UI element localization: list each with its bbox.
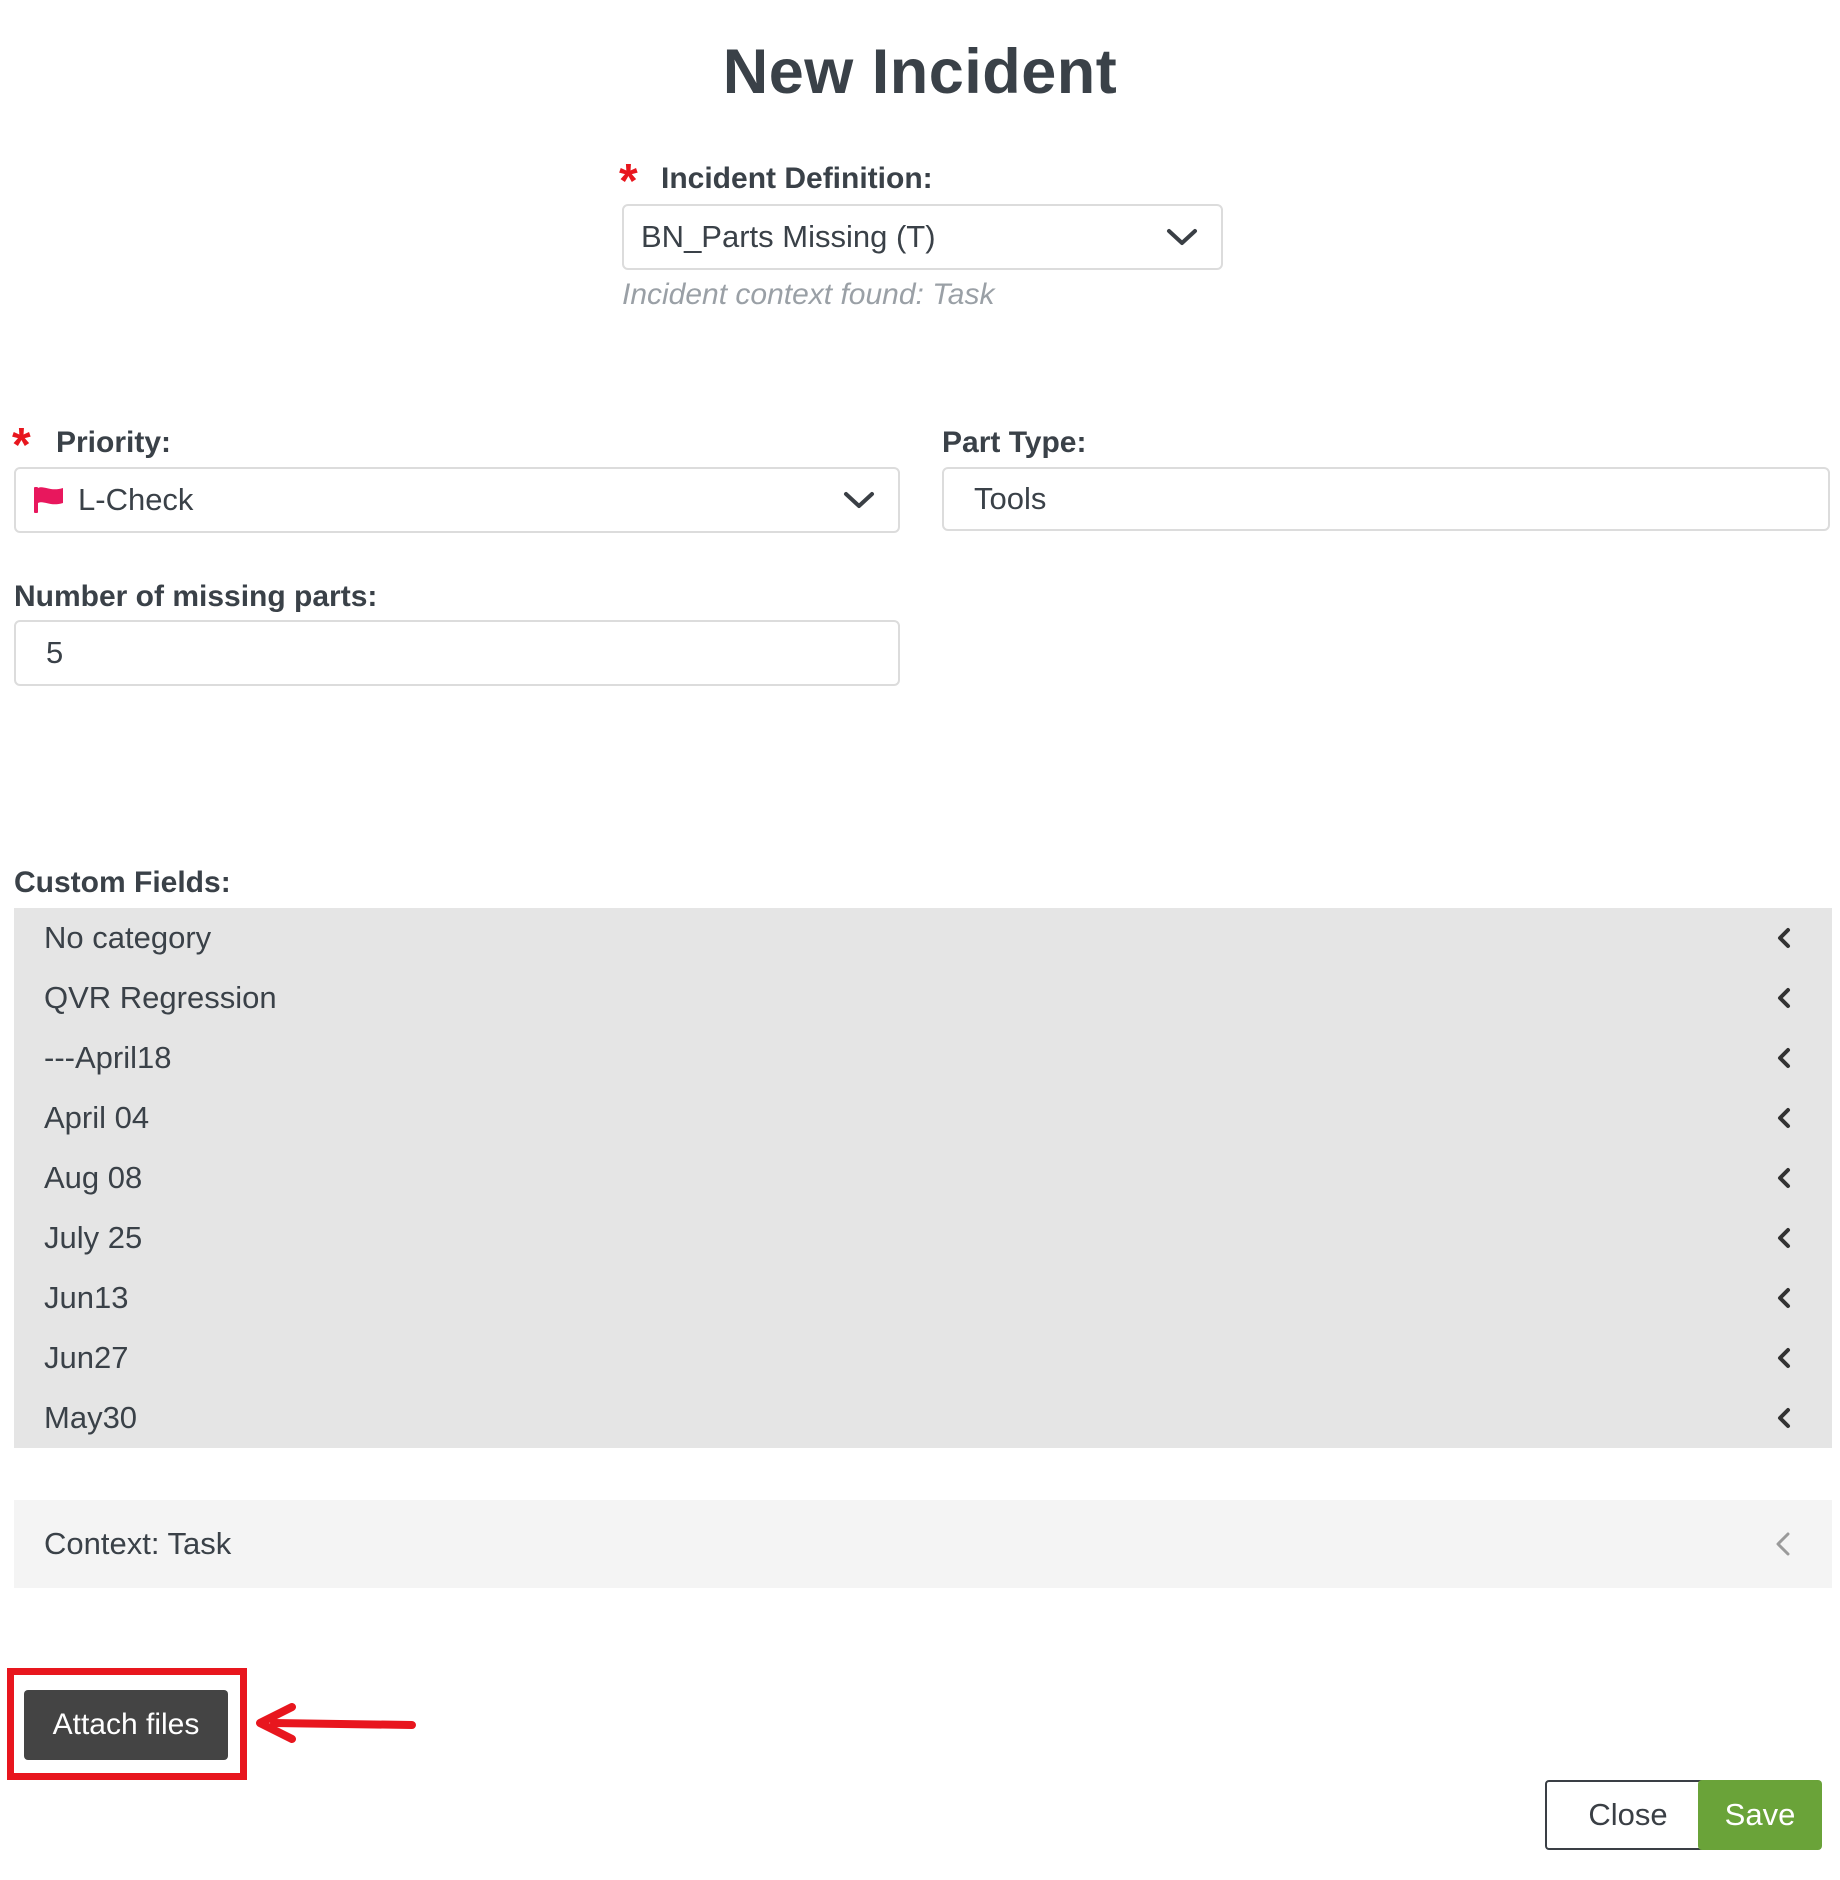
category-row-no-category[interactable]: No category: [14, 908, 1832, 968]
category-row-april18[interactable]: ---April18: [14, 1028, 1832, 1088]
chevron-left-icon: [1778, 1228, 1790, 1248]
priority-label: Priority:: [56, 426, 172, 459]
save-button[interactable]: Save: [1698, 1780, 1822, 1850]
category-row-jun27[interactable]: Jun27: [14, 1328, 1832, 1388]
missing-parts-input[interactable]: 5: [14, 620, 900, 686]
part-type-input[interactable]: Tools: [942, 467, 1830, 531]
chevron-left-icon: [1778, 1108, 1790, 1128]
category-label: July 25: [44, 1220, 143, 1255]
incident-definition-value: BN_Parts Missing (T): [641, 219, 936, 254]
category-label: No category: [44, 920, 212, 955]
chevron-down-icon: [844, 492, 874, 508]
category-row-jun13[interactable]: Jun13: [14, 1268, 1832, 1328]
chevron-left-icon: [1778, 1348, 1790, 1368]
custom-fields-panel: No category QVR Regression ---April18 Ap…: [14, 908, 1832, 1448]
category-row-may30[interactable]: May30: [14, 1388, 1832, 1448]
category-label: ---April18: [44, 1040, 172, 1075]
part-type-value: Tools: [974, 481, 1047, 516]
required-mark: *: [619, 155, 638, 208]
chevron-down-icon: [1167, 229, 1197, 245]
flag-icon: [34, 487, 63, 513]
category-label: April 04: [44, 1100, 150, 1135]
chevron-left-icon: [1778, 1168, 1790, 1188]
incident-context-hint: Incident context found: Task: [622, 278, 995, 311]
missing-parts-value: 5: [46, 635, 64, 670]
chevron-left-icon: [1778, 988, 1790, 1008]
category-label: Jun13: [44, 1280, 129, 1315]
attach-files-button[interactable]: Attach files: [24, 1690, 228, 1760]
chevron-left-icon: [1778, 1048, 1790, 1068]
category-label: Jun27: [44, 1340, 129, 1375]
category-label: QVR Regression: [44, 980, 277, 1015]
category-row-april-04[interactable]: April 04: [14, 1088, 1832, 1148]
part-type-label: Part Type:: [942, 426, 1087, 459]
category-row-july-25[interactable]: July 25: [14, 1208, 1832, 1268]
incident-definition-label: Incident Definition:: [661, 162, 933, 195]
chevron-left-icon: [1778, 1288, 1790, 1308]
chevron-left-icon: [1778, 1408, 1790, 1428]
context-label: Context: Task: [44, 1526, 232, 1561]
category-label: May30: [44, 1400, 138, 1435]
custom-fields-label: Custom Fields:: [14, 866, 231, 899]
chevron-left-icon: [1776, 1532, 1790, 1556]
category-label: Aug 08: [44, 1160, 143, 1195]
priority-value: L-Check: [78, 482, 194, 517]
close-button[interactable]: Close: [1545, 1780, 1711, 1850]
missing-parts-label: Number of missing parts:: [14, 580, 378, 613]
category-row-qvr-regression[interactable]: QVR Regression: [14, 968, 1832, 1028]
priority-select[interactable]: L-Check: [14, 467, 900, 533]
annotation-arrow-icon: [256, 1703, 416, 1743]
dialog-title: New Incident: [722, 37, 1118, 107]
context-section[interactable]: Context: Task: [14, 1500, 1832, 1588]
incident-definition-select[interactable]: BN_Parts Missing (T): [622, 204, 1223, 270]
required-mark: *: [12, 419, 31, 472]
chevron-left-icon: [1778, 928, 1790, 948]
category-row-aug-08[interactable]: Aug 08: [14, 1148, 1832, 1208]
